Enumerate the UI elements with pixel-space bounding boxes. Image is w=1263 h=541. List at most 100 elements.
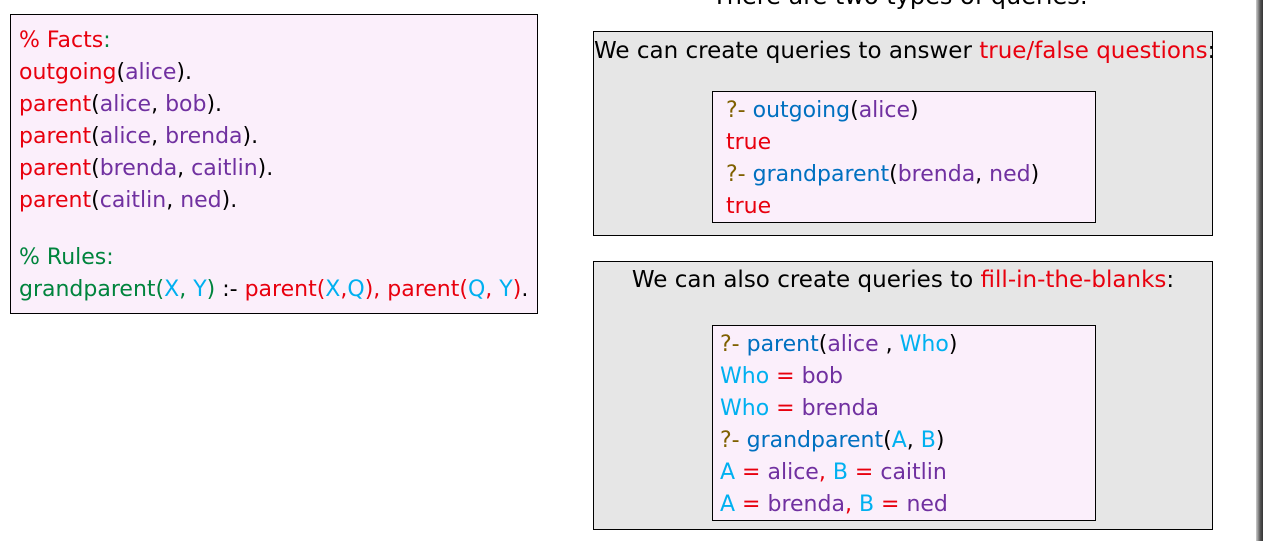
fact-punct: , [151, 92, 166, 117]
fact-atom: caitlin [99, 188, 167, 213]
query-atom: alice [827, 332, 879, 357]
panel-intro: We can also create queries to [631, 267, 981, 293]
query-punct: ) [1030, 162, 1040, 187]
panel-colon: : [1166, 267, 1175, 293]
fact-line: outgoing(alice). [19, 57, 537, 89]
binding-variable: Who [720, 396, 770, 421]
fact-punct: ). [257, 156, 274, 181]
panel-heading: We can create queries to answer true/fal… [594, 32, 1215, 64]
rule-neck: :- [215, 277, 245, 302]
fact-punct: ( [91, 188, 100, 213]
query-code-box: ?- parent(alice , Who) Who = bob Who = b… [712, 325, 1096, 521]
query-line: ?- outgoing(alice) [726, 95, 1095, 127]
panel-intro: We can create queries to answer [594, 38, 980, 64]
fact-line: parent(caitlin, ned). [19, 185, 537, 217]
query-punct: ( [850, 98, 859, 123]
query-code-box: ?- outgoing(alice) true ?- grandparent(b… [712, 91, 1096, 223]
binding-value: caitlin [880, 460, 947, 485]
binding-line: A = brenda, B = ned [720, 489, 1095, 521]
query-predicate: grandparent [746, 428, 884, 453]
window-edge [1256, 0, 1263, 541]
rule-punct: , [485, 277, 500, 302]
query-atom: brenda [897, 162, 976, 187]
binding-eq: = [769, 396, 802, 421]
rule-variable: X [325, 277, 341, 302]
query-line: ?- grandparent(brenda, ned) [726, 159, 1095, 191]
fact-atom: bob [165, 92, 207, 117]
fill-in-blanks-panel: We can also create queries to fill-in-th… [593, 261, 1213, 530]
rule-body: ), parent( [364, 277, 468, 302]
fact-punct: ( [116, 60, 126, 85]
query-atom: alice [858, 98, 911, 123]
binding-eq: = [769, 364, 802, 389]
fact-predicate: outgoing [19, 60, 117, 85]
panel-highlight: true/false questions [979, 38, 1208, 64]
binding-value: brenda [801, 396, 880, 421]
rule-head: grandparent( [19, 277, 165, 302]
fact-predicate: parent [19, 92, 92, 117]
rule-line: grandparent(X, Y) :- parent(X,Q), parent… [19, 274, 537, 306]
rule-variable: Y [499, 277, 513, 302]
true-false-panel: We can create queries to answer true/fal… [593, 31, 1215, 236]
binding-value: alice [767, 460, 819, 485]
rule-variable: Y [193, 277, 207, 302]
fact-atom: alice [125, 60, 177, 85]
comment-colon: : [103, 28, 111, 53]
binding-variable: A [720, 492, 736, 517]
panel-highlight: fill-in-the-blanks [980, 267, 1167, 293]
binding-comma: , [844, 492, 859, 517]
fact-line: parent(brenda, caitlin). [19, 153, 537, 185]
binding-value: brenda [767, 492, 845, 517]
fact-punct: , [166, 188, 181, 213]
fact-punct: , [151, 124, 166, 149]
fact-punct: ( [91, 124, 100, 149]
binding-variable: B [832, 460, 848, 485]
query-predicate: grandparent [752, 162, 890, 187]
query-punct: ) [948, 332, 958, 357]
query-prompt: ?- [726, 98, 753, 123]
facts-comment: % Facts [19, 28, 104, 53]
query-prompt: ?- [720, 332, 747, 357]
fact-atom: brenda [99, 156, 178, 181]
fact-punct: ). [221, 188, 238, 213]
query-punct: , [906, 428, 921, 453]
fact-predicate: parent [19, 188, 92, 213]
rules-comment-line: % Rules: [19, 242, 537, 274]
binding-comma: , [818, 460, 833, 485]
binding-value: bob [801, 364, 843, 389]
rule-end: . [521, 277, 529, 302]
fact-punct: ). [242, 124, 259, 149]
binding-eq: = [874, 492, 907, 517]
query-answer: true [726, 194, 772, 219]
binding-variable: Who [720, 364, 770, 389]
query-line: ?- parent(alice , Who) [720, 329, 1095, 361]
query-line: ?- grandparent(A, B) [720, 425, 1095, 457]
fact-atom: brenda [165, 124, 243, 149]
query-punct: ) [910, 98, 919, 123]
fact-punct: ). [206, 92, 223, 117]
binding-value: ned [906, 492, 948, 517]
binding-variable: B [858, 492, 875, 517]
query-prompt: ?- [726, 162, 753, 187]
fact-predicate: parent [19, 156, 92, 181]
fact-punct: ( [91, 156, 100, 181]
query-predicate: parent [746, 332, 819, 357]
rule-body: parent( [244, 277, 326, 302]
rules-comment: % Rules [19, 245, 107, 270]
binding-eq: = [735, 492, 768, 517]
fact-line: parent(alice, brenda). [19, 121, 537, 153]
page-heading: There are two types of queries: [640, 0, 1160, 10]
binding-line: A = alice, B = caitlin [720, 457, 1095, 489]
query-variable: A [891, 428, 907, 453]
query-punct: ( [883, 428, 892, 453]
rule-punct: , [179, 277, 194, 302]
query-prompt: ?- [720, 428, 747, 453]
binding-line: Who = brenda [720, 393, 1095, 425]
query-punct: , [975, 162, 990, 187]
panel-colon: : [1207, 38, 1216, 64]
comment-colon: : [106, 245, 114, 270]
binding-variable: A [720, 460, 736, 485]
facts-comment-line: % Facts: [19, 25, 537, 57]
query-answer: true [726, 130, 772, 155]
fact-punct: , [177, 156, 192, 181]
